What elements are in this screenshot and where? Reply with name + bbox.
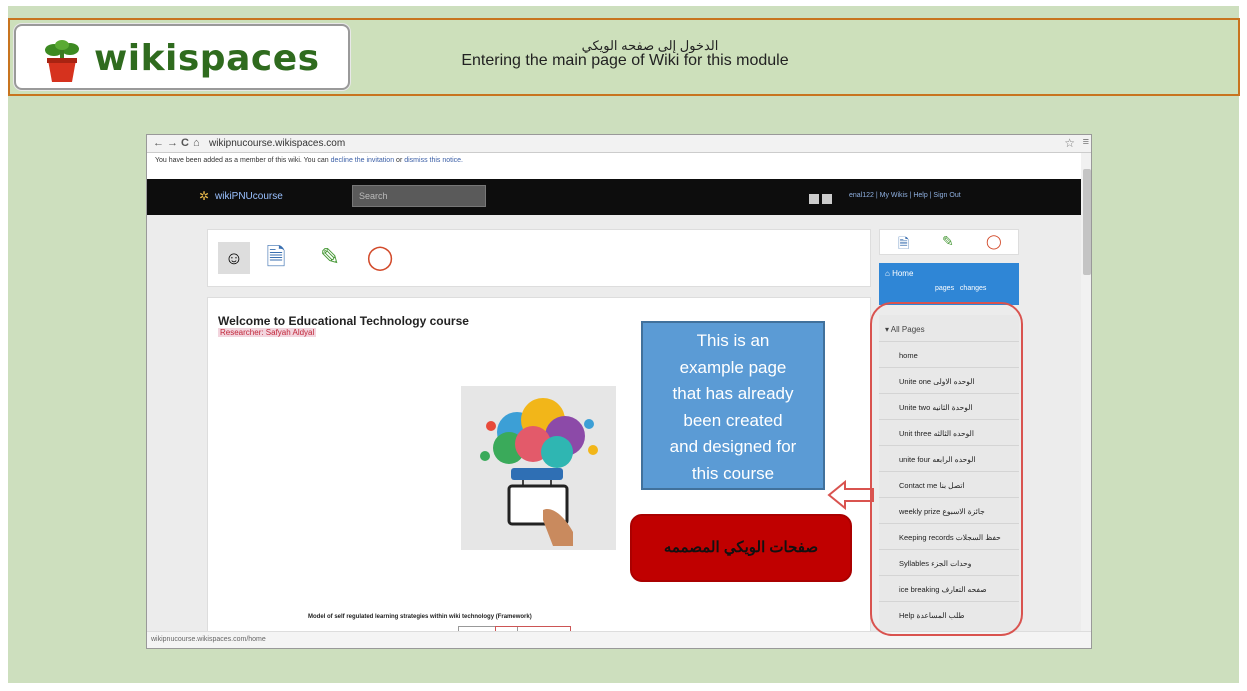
browser-menu-icon[interactable]: ≡ [1083,136,1089,148]
wiki-name-link[interactable]: wikiPNUcourse [215,191,283,202]
paperclip-icon[interactable]: ✎ [314,242,346,274]
left-arrow-icon [827,479,874,511]
home-sublinks: pages changes [935,285,986,292]
topbar-icons [809,191,837,204]
side-comment-icon[interactable]: ◯ [986,233,1002,250]
page-toolbar: ☺ 🗎 ✎ ◯ [207,229,871,287]
changes-link[interactable]: changes [960,285,986,292]
designed-pages-callout: صفحات الويكي المصممه [630,514,852,582]
home-icon: ⌂ [885,269,893,278]
tech-cloud-image [461,386,616,550]
header-title-english: Entering the main page of Wiki for this … [461,52,789,69]
notification-icon[interactable] [809,194,819,204]
side-paperclip-icon[interactable]: ✎ [942,233,954,250]
address-bar: ← → C ⌂ wikipnucourse.wikispaces.com ☆ ≡ [147,135,1091,153]
callout-line: example page [679,357,787,377]
notice-text: You have been added as a member of this … [155,157,329,164]
callout-line: This is an [696,331,770,350]
callout-line: been created [683,410,783,430]
home-link[interactable]: ⌂ Home [885,269,913,278]
side-page-icon[interactable]: 🗎 [898,233,909,257]
home-nav-box[interactable]: ⌂ Home pages changes [879,263,1019,305]
bookmark-star-icon[interactable]: ☆ [1064,136,1075,150]
model-caption: Model of self regulated learning strateg… [308,614,532,620]
explanation-callout: This is an example page that has already… [641,321,825,490]
callout-line: that has already [672,384,794,403]
callout-line: this course [691,463,775,483]
pages-link[interactable]: pages [935,285,954,292]
plant-pot-icon [45,40,79,82]
callout-line: and designed for [669,437,797,456]
url-field[interactable]: wikipnucourse.wikispaces.com [209,138,345,149]
view-face-icon[interactable]: ☺ [218,242,250,274]
back-button[interactable]: ← [153,137,164,149]
wiki-logo-icon: ✲ [199,189,210,203]
home-label: Home [892,269,914,278]
membership-notice: You have been added as a member of this … [155,157,463,164]
page-document-icon[interactable]: 🗎 [260,242,292,274]
reload-button[interactable]: C [181,137,189,149]
wiki-search-input[interactable]: Search [352,185,486,207]
notice-or: or [396,157,403,164]
scrollbar-thumb[interactable] [1083,169,1091,275]
dismiss-notice-link[interactable]: dismiss this notice. [404,157,463,164]
page-title: Welcome to Educational Technology course [218,314,469,328]
home-button[interactable]: ⌂ [193,137,200,149]
researcher-line: Researcher: Safyah Aldyal [218,328,317,337]
forward-button[interactable]: → [167,137,178,149]
wiki-topbar: ✲ wikiPNUcourse Search enal122 | My Wiki… [147,179,1081,215]
logo-text: wikispaces [94,38,320,79]
decline-invitation-link[interactable]: decline the invitation [331,157,394,164]
message-icon[interactable] [822,194,832,204]
pages-highlight-oval [870,302,1023,636]
side-toolbar: 🗎 ✎ ◯ [879,229,1019,255]
user-links[interactable]: enal122 | My Wikis | Help | Sign Out [849,192,961,199]
comment-icon[interactable]: ◯ [364,242,396,274]
wikispaces-logo: wikispaces [14,24,350,90]
